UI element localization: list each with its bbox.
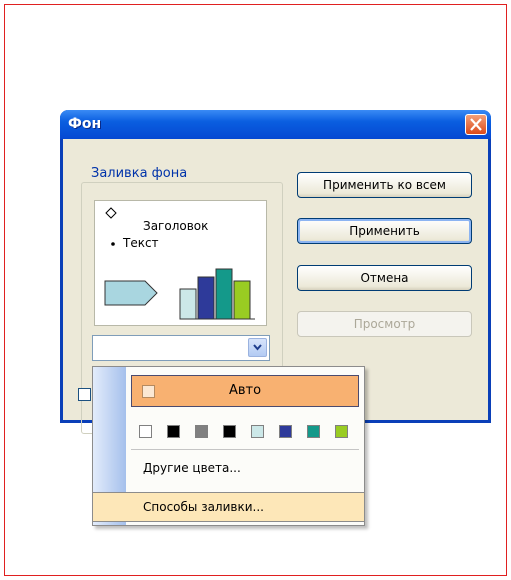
fill-color-combo[interactable] xyxy=(92,335,270,361)
pentagon-shape xyxy=(104,280,158,306)
fill-effects-label: Способы заливки... xyxy=(143,500,264,514)
preview-text: Текст xyxy=(123,236,159,250)
group-label: Заливка фона xyxy=(89,166,190,181)
swatch-black-2[interactable] xyxy=(223,425,236,438)
auto-label: Авто xyxy=(228,383,262,398)
chevron-down-icon xyxy=(253,344,262,351)
preview-bar-1 xyxy=(179,288,197,320)
swatch-gray[interactable] xyxy=(195,425,208,438)
close-button[interactable] xyxy=(465,114,487,135)
combo-dropdown-button[interactable] xyxy=(248,338,267,357)
color-dropdown-menu: Авто Другие цвета... Способы заливки... xyxy=(92,366,365,526)
swatch-teal[interactable] xyxy=(307,425,320,438)
swatch-black[interactable] xyxy=(167,425,180,438)
omit-graphics-checkbox[interactable] xyxy=(78,388,91,401)
preview-heading: Заголовок xyxy=(143,219,209,233)
apply-all-button[interactable]: Применить ко всем xyxy=(297,172,472,198)
menu-item-more-colors[interactable]: Другие цвета... xyxy=(143,461,241,475)
preview-panel: Заголовок Текст xyxy=(94,200,267,326)
title-bar[interactable]: Фон xyxy=(60,110,491,139)
diamond-bullet-icon xyxy=(105,207,117,219)
menu-item-auto[interactable]: Авто xyxy=(131,375,359,407)
close-icon xyxy=(470,118,482,131)
apply-button[interactable]: Применить xyxy=(297,218,472,244)
swatch-lime[interactable] xyxy=(335,425,348,438)
swatch-white[interactable] xyxy=(139,425,152,438)
swatch-light-cyan[interactable] xyxy=(251,425,264,438)
preview-bar-3 xyxy=(215,268,233,320)
swatch-navy[interactable] xyxy=(279,425,292,438)
cancel-button[interactable]: Отмена xyxy=(297,265,472,291)
preview-bar-4 xyxy=(233,280,251,320)
dot-bullet-icon xyxy=(111,242,115,246)
preview-bar-2 xyxy=(197,276,215,320)
menu-item-fill-effects[interactable]: Способы заливки... xyxy=(93,492,364,522)
dialog-title: Фон xyxy=(68,116,102,132)
preview-button: Просмотр xyxy=(297,311,472,337)
menu-separator xyxy=(131,449,359,450)
